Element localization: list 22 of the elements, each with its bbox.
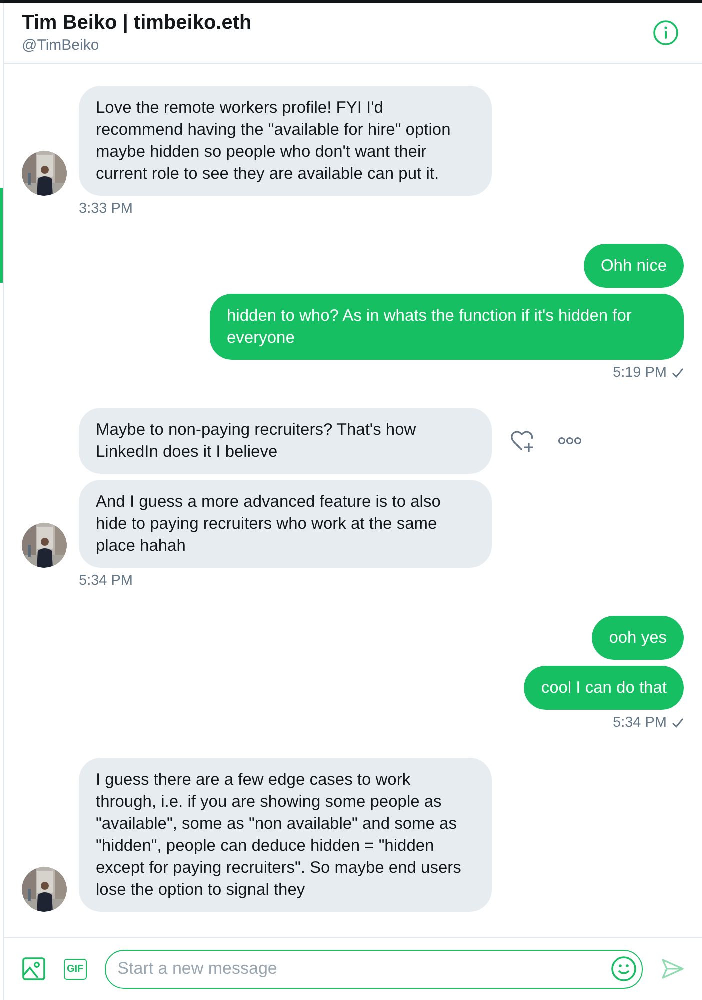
message-bubble: ooh yes [592, 616, 684, 660]
message-bubble: Love the remote workers profile! FYI I'd recommend having the "available for hire" option maybe hidden so people who don't want their current role to see they are available can put it. [79, 86, 492, 196]
message-bubble: I guess there are a few edge cases to work through, i.e. if you are showing some people as "available", some as "non available" and some as "hidden", people can deduce hidden = "hidden except for paying recruiters". So maybe end users lose the option to signal they [79, 758, 492, 912]
message-time: 5:19 PM [613, 365, 667, 381]
conversation-title: Tim Beiko | timbeiko.eth [22, 12, 252, 35]
user-handle: @TimBeiko [22, 37, 100, 54]
image-icon[interactable] [22, 957, 46, 981]
message-bubble: And I guess a more advanced feature is to also hide to paying recruiters who work at the same place hahah [79, 480, 492, 568]
send-icon[interactable] [661, 958, 685, 980]
message-bubble: Maybe to non-paying recruiters? That's how LinkedIn does it I believe [79, 408, 492, 474]
message-input[interactable]: Start a new message [104, 950, 643, 988]
message-bubble: Ohh nice [584, 244, 684, 288]
gif-button[interactable]: GIF [64, 958, 87, 980]
info-icon[interactable] [653, 20, 679, 46]
heart-plus-icon[interactable] [510, 429, 536, 453]
more-icon[interactable] [558, 437, 582, 445]
message-bubble: hidden to who? As in whats the function if it's hidden for everyone [210, 294, 684, 360]
message-bubble: cool I can do that [524, 666, 684, 710]
message-time: 3:33 PM [79, 201, 133, 217]
message-time: 5:34 PM [613, 715, 667, 731]
message-time: 5:34 PM [79, 573, 133, 589]
emoji-icon[interactable] [611, 956, 637, 982]
